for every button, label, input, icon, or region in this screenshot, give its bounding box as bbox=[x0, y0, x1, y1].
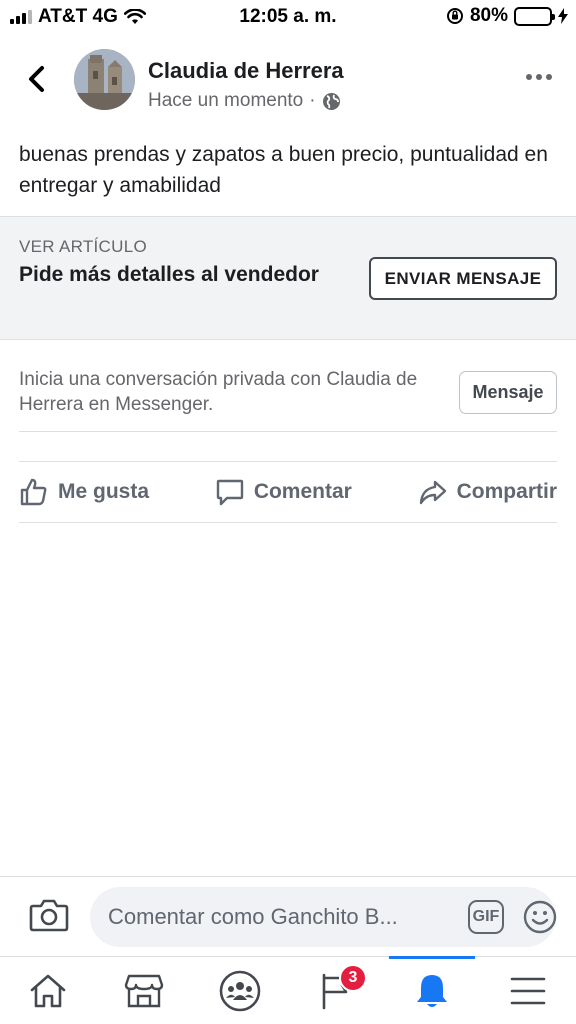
avatar[interactable] bbox=[74, 49, 135, 110]
bottom-nav: 3 bbox=[0, 956, 576, 1024]
share-arrow-icon bbox=[419, 480, 446, 505]
comment-label: Comentar bbox=[253, 480, 352, 503]
back-arrow-icon[interactable] bbox=[22, 62, 52, 96]
more-options-icon[interactable] bbox=[526, 74, 552, 80]
groups-icon bbox=[219, 970, 261, 1012]
globe-icon bbox=[322, 92, 340, 110]
notifications-icon bbox=[417, 975, 447, 1007]
share-button[interactable]: Compartir bbox=[418, 477, 557, 507]
emoji-icon[interactable] bbox=[523, 900, 557, 934]
marketplace-item-box[interactable]: VER ARTÍCULO Pide más detalles al vended… bbox=[0, 216, 576, 340]
author-name[interactable]: Claudia de Herrera bbox=[148, 58, 344, 84]
status-bar: AT&T 4G 12:05 a. m. 80% bbox=[0, 0, 576, 34]
battery-percent: 80% bbox=[469, 5, 508, 26]
camera-icon[interactable] bbox=[29, 897, 69, 933]
nav-notifications[interactable] bbox=[392, 957, 472, 1024]
divider bbox=[19, 522, 557, 523]
pages-notification-badge: 3 bbox=[339, 964, 367, 992]
post-actions: Me gusta Comentar Compartir bbox=[19, 462, 557, 522]
like-button[interactable]: Me gusta bbox=[19, 477, 149, 507]
avatar-photo bbox=[74, 49, 135, 110]
battery-icon bbox=[514, 6, 555, 26]
nav-home[interactable] bbox=[8, 957, 88, 1024]
home-icon bbox=[30, 974, 66, 1008]
status-bar-right: 80% bbox=[446, 5, 568, 27]
charging-bolt-icon bbox=[558, 8, 568, 24]
divider bbox=[19, 431, 557, 432]
nav-pages[interactable] bbox=[296, 957, 376, 1024]
meta-separator: · bbox=[309, 90, 316, 111]
menu-icon bbox=[510, 977, 546, 1005]
messenger-prompt: Inicia una conversación privada con Clau… bbox=[19, 369, 418, 415]
message-button[interactable]: Mensaje bbox=[459, 371, 557, 414]
view-item-label[interactable]: VER ARTÍCULO bbox=[19, 237, 147, 257]
nav-marketplace[interactable] bbox=[104, 957, 184, 1024]
post-timestamp[interactable]: Hace un momento bbox=[148, 90, 303, 112]
orientation-lock-icon bbox=[446, 8, 463, 24]
share-label: Compartir bbox=[456, 480, 557, 503]
send-message-button[interactable]: ENVIAR MENSAJE bbox=[369, 257, 557, 300]
nav-groups[interactable] bbox=[200, 957, 280, 1024]
post-meta: Hace un momento · bbox=[148, 90, 341, 112]
gif-button[interactable]: GIF bbox=[468, 900, 504, 934]
post-header: Claudia de Herrera Hace un momento · bbox=[0, 44, 576, 114]
post-text: buenas prendas y zapatos a buen precio, … bbox=[19, 143, 548, 197]
marketplace-icon bbox=[124, 974, 164, 1008]
ask-seller-title: Pide más detalles al vendedor bbox=[19, 263, 319, 286]
thumbs-up-icon bbox=[20, 478, 47, 506]
like-label: Me gusta bbox=[58, 480, 150, 503]
nav-menu[interactable] bbox=[488, 957, 568, 1024]
comment-bubble-icon bbox=[216, 479, 244, 506]
comment-bar: Comentar como Ganchito B... GIF bbox=[0, 876, 576, 956]
comment-button[interactable]: Comentar bbox=[215, 477, 352, 507]
